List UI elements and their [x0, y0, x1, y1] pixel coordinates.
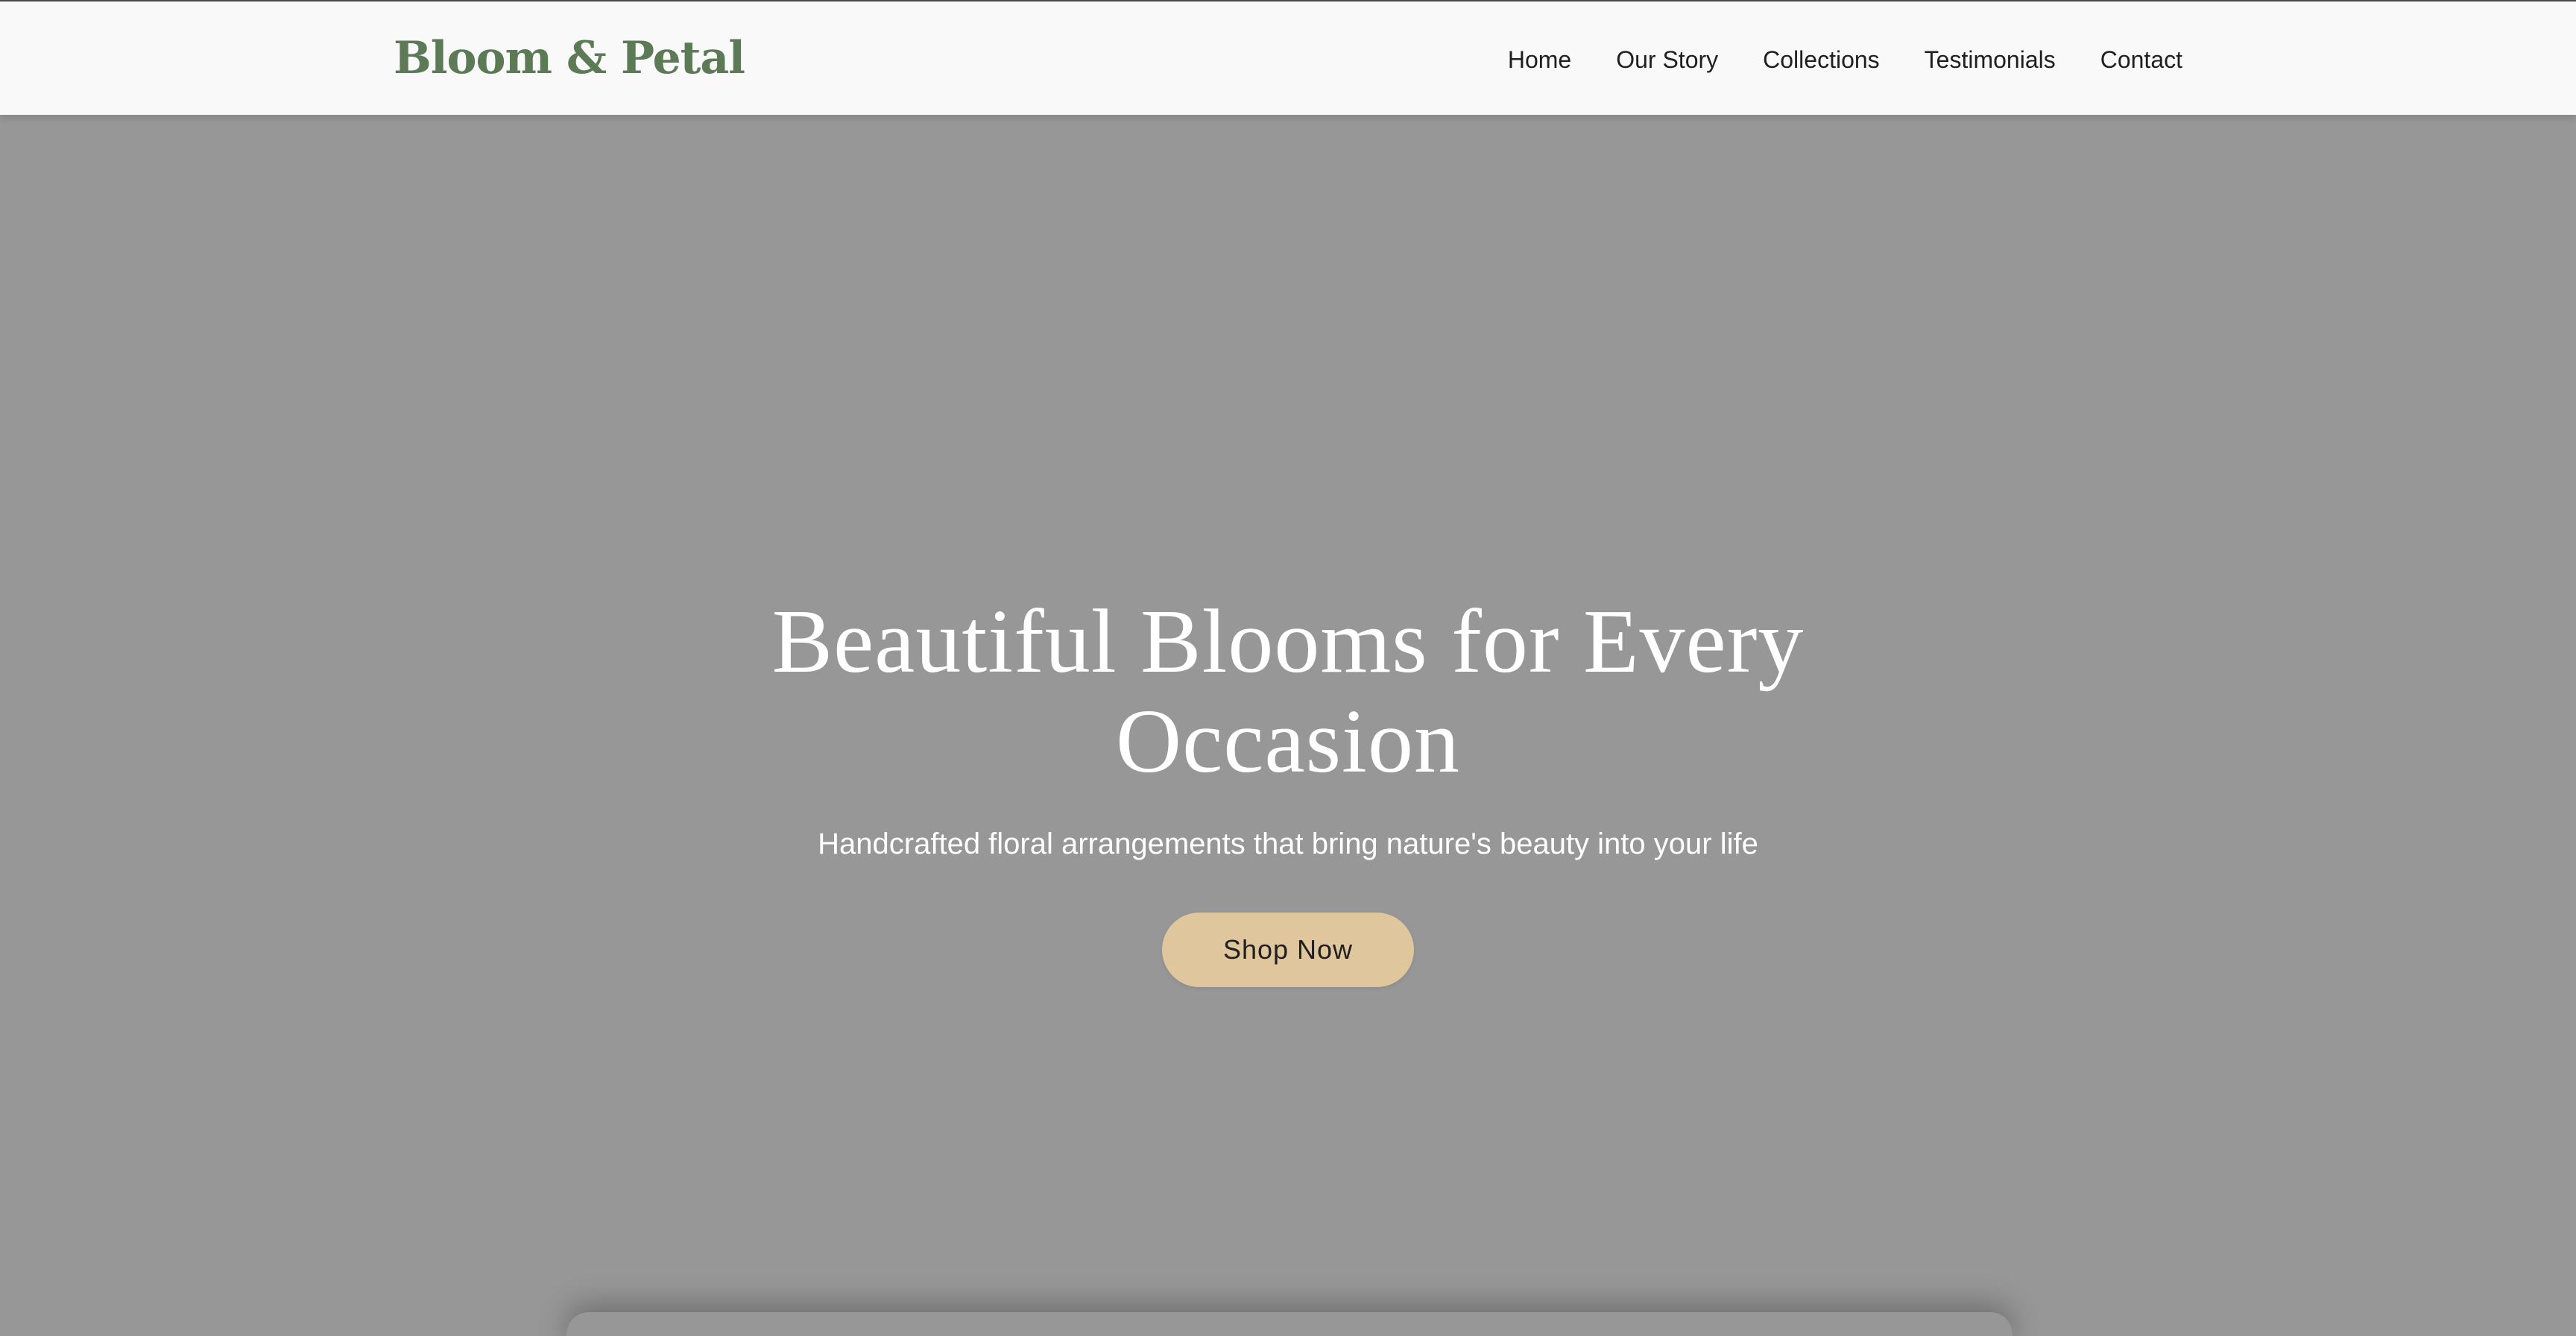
shop-now-button[interactable]: Shop Now [1162, 913, 1414, 987]
hero-title-line-1: Beautiful Blooms for Every [771, 591, 1805, 692]
brand-logo[interactable]: Bloom & Petal [394, 28, 745, 88]
nav-link-contact[interactable]: Contact [2100, 42, 2182, 78]
hero-subtitle: Handcrafted floral arrangements that bri… [818, 828, 1758, 860]
nav-link-collections[interactable]: Collections [1763, 42, 1880, 78]
hero-title-line-2: Occasion [1116, 691, 1460, 792]
nav-link-our-story[interactable]: Our Story [1616, 42, 1718, 78]
nav-link-testimonials[interactable]: Testimonials [1925, 42, 2056, 78]
next-section-edge [566, 1312, 2012, 1336]
main-nav: Home Our Story Collections Testimonials … [1508, 42, 2182, 78]
nav-link-home[interactable]: Home [1508, 42, 1571, 78]
hero-section: Beautiful Blooms for Every Occasion Hand… [0, 115, 2576, 1336]
browser-page: Bloom & Petal Home Our Story Collections… [0, 0, 2576, 1336]
site-header: Bloom & Petal Home Our Story Collections… [0, 0, 2576, 115]
hero-title: Beautiful Blooms for Every Occasion [543, 592, 2033, 792]
